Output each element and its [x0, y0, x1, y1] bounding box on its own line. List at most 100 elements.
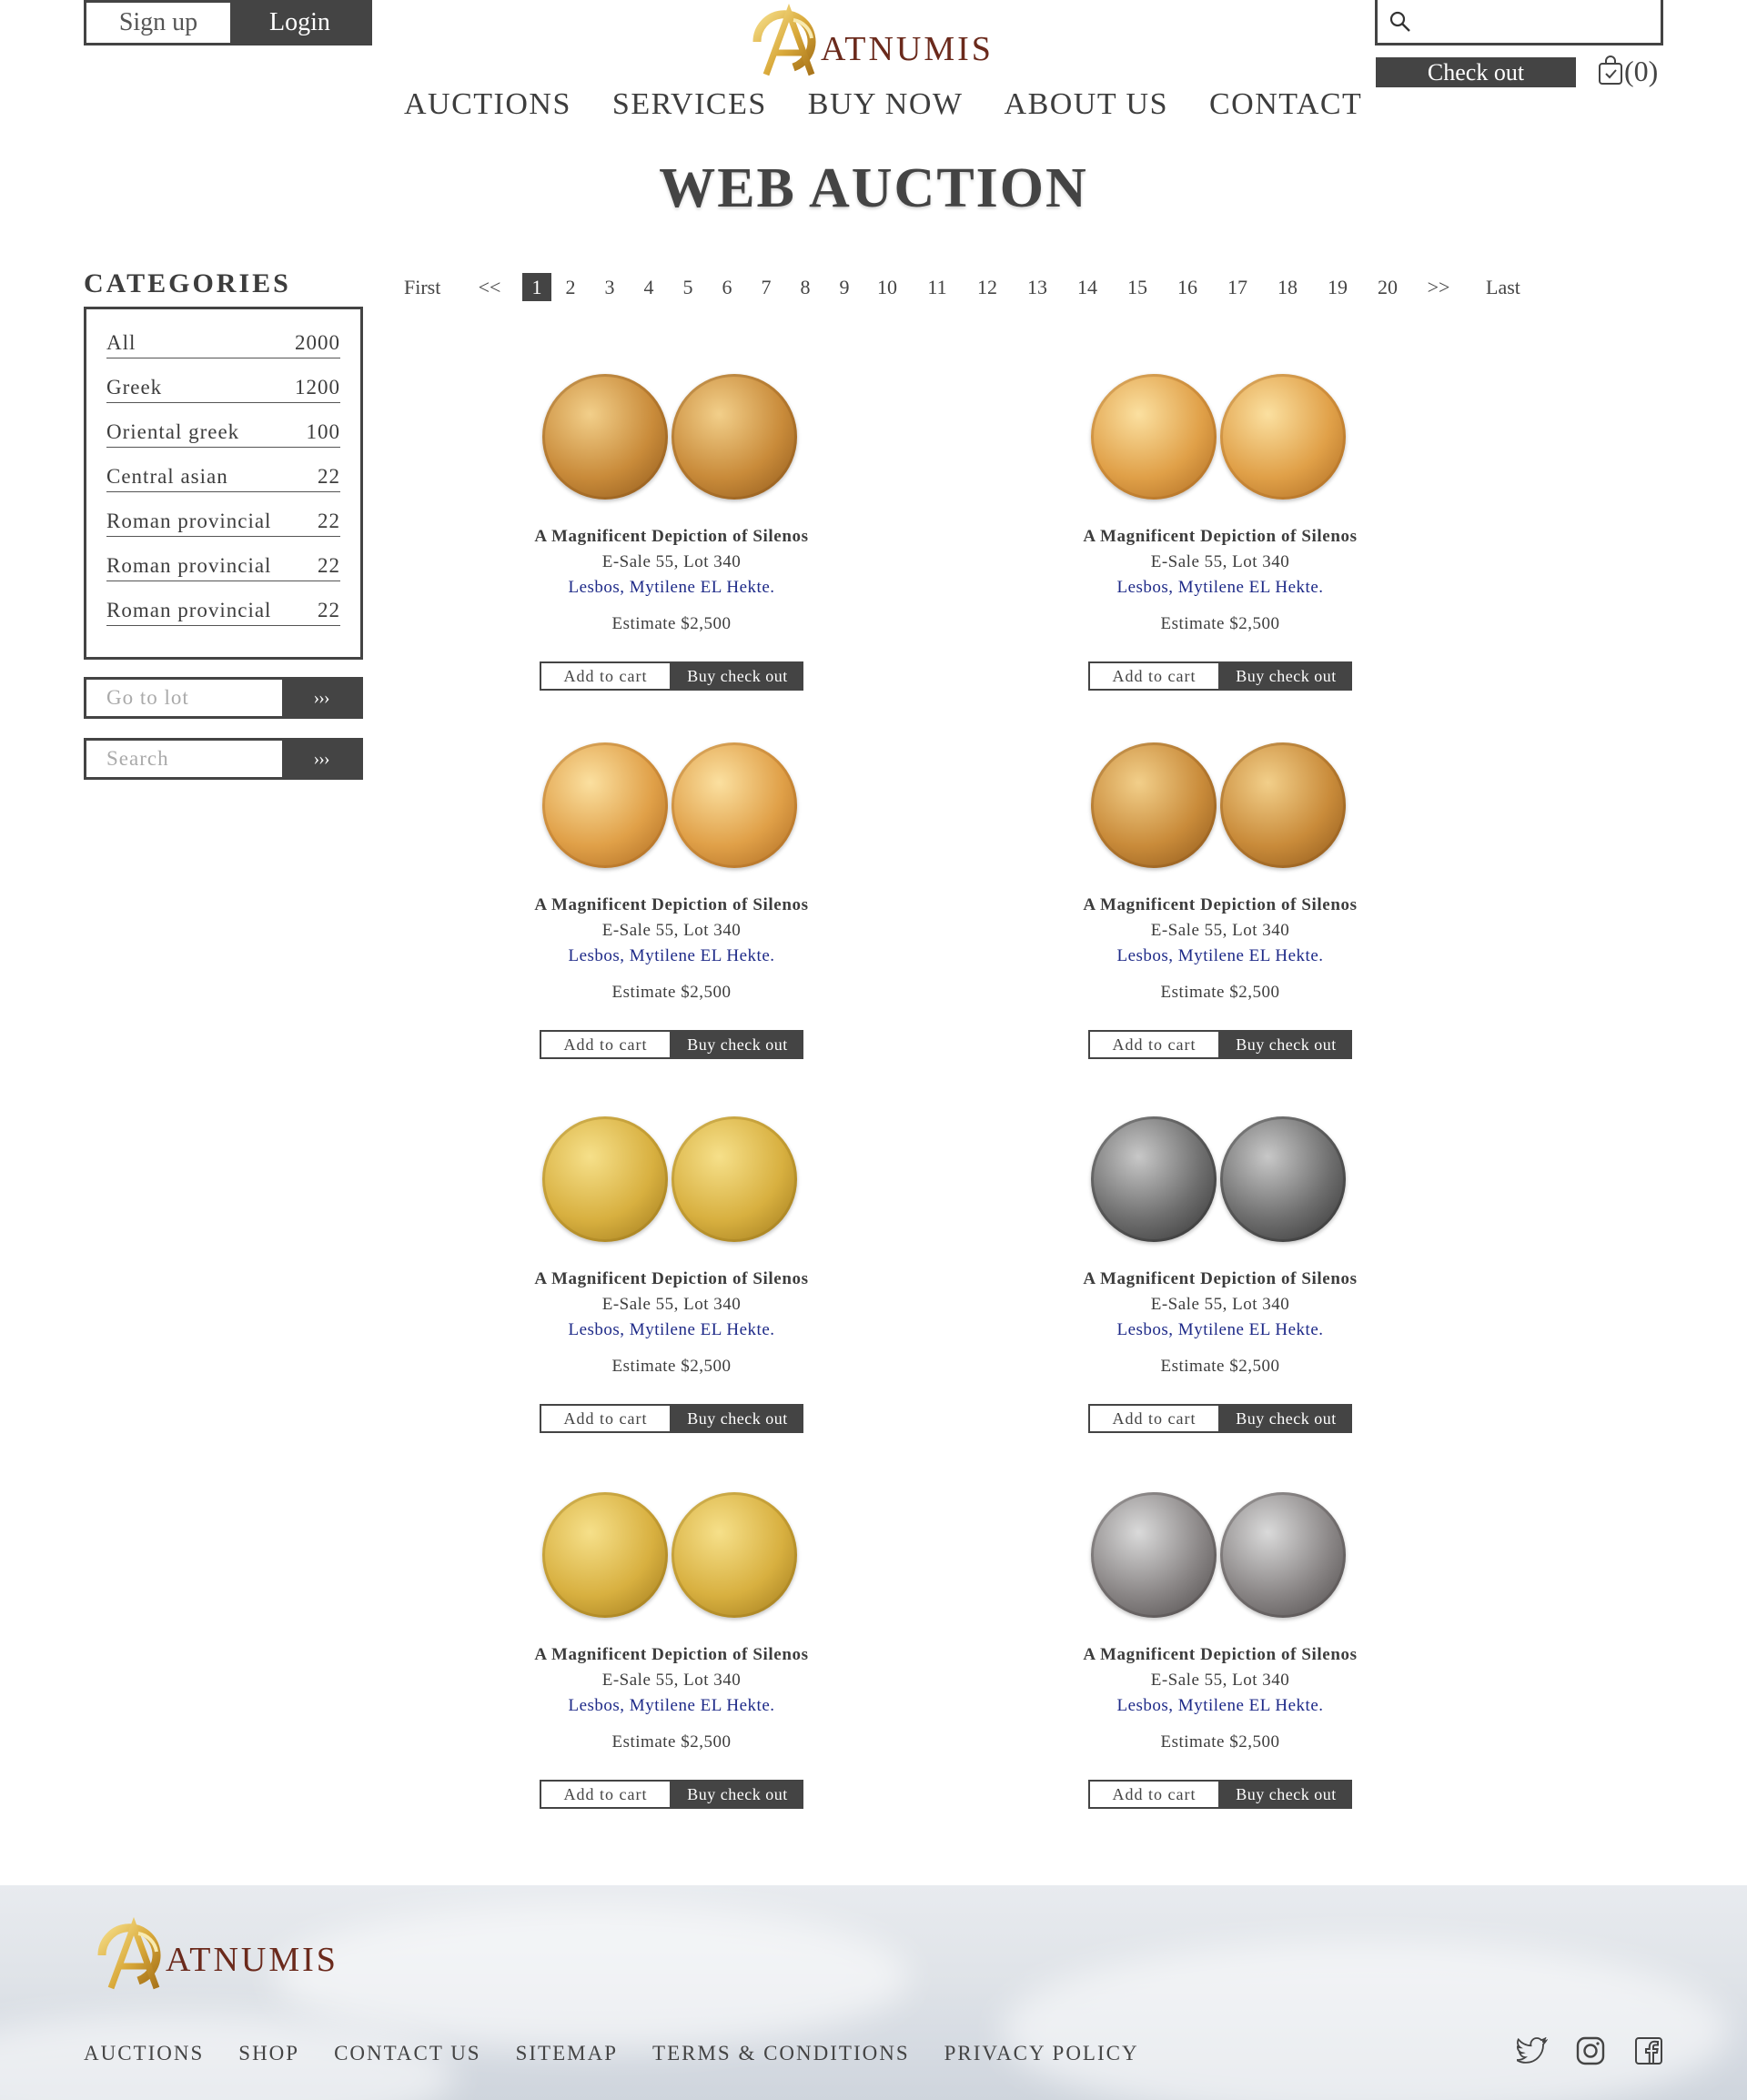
buy-check-out-button[interactable]: Buy check out	[1220, 661, 1352, 691]
category-item[interactable]: Roman provincial 22	[106, 593, 340, 626]
pagination-page[interactable]: 8	[795, 276, 815, 299]
nav-auctions[interactable]: AUCTIONS	[404, 87, 571, 122]
product-title[interactable]: A Magnificent Depiction of Silenos	[1038, 895, 1402, 915]
pagination-page[interactable]: 3	[600, 276, 620, 299]
footer-link-contact-us[interactable]: CONTACT US	[334, 2042, 481, 2065]
pagination: First << 1 2 3 4 5 6 7 8 9 10 11 12 13 1…	[404, 273, 1524, 301]
page-title: WEB AUCTION	[659, 157, 1088, 219]
add-to-cart-button[interactable]: Add to cart	[540, 1780, 672, 1809]
pagination-page[interactable]: 6	[717, 276, 737, 299]
category-item[interactable]: Roman provincial 22	[106, 549, 340, 581]
pagination-last[interactable]: Last	[1482, 276, 1524, 299]
pagination-page[interactable]: 7	[756, 276, 776, 299]
footer-logo[interactable]: ATNUMIS	[84, 1914, 375, 1996]
coin-images[interactable]	[535, 374, 808, 510]
pagination-page[interactable]: 11	[924, 276, 951, 299]
buy-check-out-button[interactable]: Buy check out	[672, 1780, 803, 1809]
instagram-icon[interactable]	[1572, 2033, 1609, 2069]
login-button[interactable]: Login	[230, 3, 369, 43]
add-to-cart-button[interactable]: Add to cart	[1088, 1030, 1220, 1059]
coin-images[interactable]	[535, 1492, 808, 1629]
category-item[interactable]: All 2000	[106, 326, 340, 358]
product-title[interactable]: A Magnificent Depiction of Silenos	[490, 527, 853, 547]
product-title[interactable]: A Magnificent Depiction of Silenos	[1038, 1269, 1402, 1289]
footer-link-sitemap[interactable]: SITEMAP	[516, 2042, 618, 2065]
category-item[interactable]: Oriental greek 100	[106, 415, 340, 448]
pagination-page[interactable]: 15	[1124, 276, 1151, 299]
buy-check-out-button[interactable]: Buy check out	[1220, 1030, 1352, 1059]
nav-about-us[interactable]: ABOUT US	[1005, 87, 1168, 122]
category-item[interactable]: Greek 1200	[106, 370, 340, 403]
buy-check-out-button[interactable]: Buy check out	[672, 1404, 803, 1433]
add-to-cart-button[interactable]: Add to cart	[1088, 1404, 1220, 1433]
pagination-page-active[interactable]: 1	[522, 273, 551, 301]
coin-images[interactable]	[1084, 742, 1357, 879]
pagination-page[interactable]: 17	[1224, 276, 1251, 299]
coin-images[interactable]	[535, 1116, 808, 1253]
pagination-page[interactable]: 4	[639, 276, 659, 299]
product-title[interactable]: A Magnificent Depiction of Silenos	[490, 1645, 853, 1665]
product-description-link[interactable]: Lesbos, Mytilene EL Hekte.	[490, 946, 853, 966]
product-description-link[interactable]: Lesbos, Mytilene EL Hekte.	[1038, 578, 1402, 598]
add-to-cart-button[interactable]: Add to cart	[1088, 1780, 1220, 1809]
add-to-cart-button[interactable]: Add to cart	[540, 1030, 672, 1059]
product-description-link[interactable]: Lesbos, Mytilene EL Hekte.	[1038, 1320, 1402, 1340]
footer-link-privacy[interactable]: PRIVACY POLICY	[944, 2042, 1139, 2065]
pagination-page[interactable]: 19	[1324, 276, 1351, 299]
product-title[interactable]: A Magnificent Depiction of Silenos	[1038, 1645, 1402, 1665]
product-description-link[interactable]: Lesbos, Mytilene EL Hekte.	[490, 1696, 853, 1716]
footer-link-shop[interactable]: SHOP	[238, 2042, 299, 2065]
goto-lot-button[interactable]: ›››	[282, 680, 360, 716]
pagination-page[interactable]: 16	[1174, 276, 1201, 299]
buy-check-out-button[interactable]: Buy check out	[1220, 1404, 1352, 1433]
footer-link-terms[interactable]: TERMS & CONDITIONS	[652, 2042, 910, 2065]
pagination-next[interactable]: >>	[1424, 276, 1453, 299]
sidebar-search-button[interactable]: ›››	[282, 741, 360, 777]
signup-button[interactable]: Sign up	[86, 3, 230, 43]
pagination-first[interactable]: First	[404, 276, 448, 299]
product-description-link[interactable]: Lesbos, Mytilene EL Hekte.	[490, 1320, 853, 1340]
header-search-input[interactable]	[1375, 0, 1663, 45]
buy-check-out-button[interactable]: Buy check out	[1220, 1780, 1352, 1809]
pagination-page[interactable]: 18	[1274, 276, 1301, 299]
footer-link-auctions[interactable]: AUCTIONS	[84, 2042, 204, 2065]
category-item[interactable]: Roman provincial 22	[106, 504, 340, 537]
category-item[interactable]: Central asian 22	[106, 459, 340, 492]
coin-images[interactable]	[1084, 374, 1357, 510]
nav-buy-now[interactable]: BUY NOW	[808, 87, 964, 122]
cart-button[interactable]: (0)	[1597, 53, 1658, 89]
product-title[interactable]: A Magnificent Depiction of Silenos	[1038, 527, 1402, 547]
twitter-icon[interactable]	[1514, 2033, 1550, 2069]
nav-contact[interactable]: CONTACT	[1209, 87, 1362, 122]
coin-images[interactable]	[535, 742, 808, 879]
add-to-cart-button[interactable]: Add to cart	[1088, 661, 1220, 691]
facebook-icon[interactable]	[1631, 2033, 1667, 2069]
sidebar-search-input[interactable]: Search	[86, 741, 282, 777]
buy-check-out-button[interactable]: Buy check out	[672, 661, 803, 691]
pagination-page[interactable]: 2	[560, 276, 581, 299]
checkout-button[interactable]: Check out	[1376, 57, 1576, 87]
product-title[interactable]: A Magnificent Depiction of Silenos	[490, 1269, 853, 1289]
pagination-page[interactable]: 10	[874, 276, 901, 299]
coin-images[interactable]	[1084, 1116, 1357, 1253]
categories-list: All 2000 Greek 1200 Oriental greek 100 Cent…	[84, 307, 363, 660]
buy-check-out-button[interactable]: Buy check out	[672, 1030, 803, 1059]
add-to-cart-button[interactable]: Add to cart	[540, 1404, 672, 1433]
pagination-page[interactable]: 20	[1374, 276, 1401, 299]
product-description-link[interactable]: Lesbos, Mytilene EL Hekte.	[1038, 946, 1402, 966]
pagination-page[interactable]: 5	[678, 276, 698, 299]
pagination-prev[interactable]: <<	[475, 276, 504, 299]
site-logo[interactable]: ATNUMIS	[739, 2, 1012, 82]
coin-obverse-image	[542, 742, 668, 868]
pagination-page[interactable]: 14	[1074, 276, 1101, 299]
product-description-link[interactable]: Lesbos, Mytilene EL Hekte.	[1038, 1696, 1402, 1716]
pagination-page[interactable]: 12	[974, 276, 1001, 299]
pagination-page[interactable]: 13	[1024, 276, 1051, 299]
product-title[interactable]: A Magnificent Depiction of Silenos	[490, 895, 853, 915]
goto-lot-input[interactable]: Go to lot	[86, 680, 282, 716]
add-to-cart-button[interactable]: Add to cart	[540, 661, 672, 691]
coin-images[interactable]	[1084, 1492, 1357, 1629]
product-description-link[interactable]: Lesbos, Mytilene EL Hekte.	[490, 578, 853, 598]
nav-services[interactable]: SERVICES	[612, 87, 767, 122]
pagination-page[interactable]: 9	[834, 276, 854, 299]
